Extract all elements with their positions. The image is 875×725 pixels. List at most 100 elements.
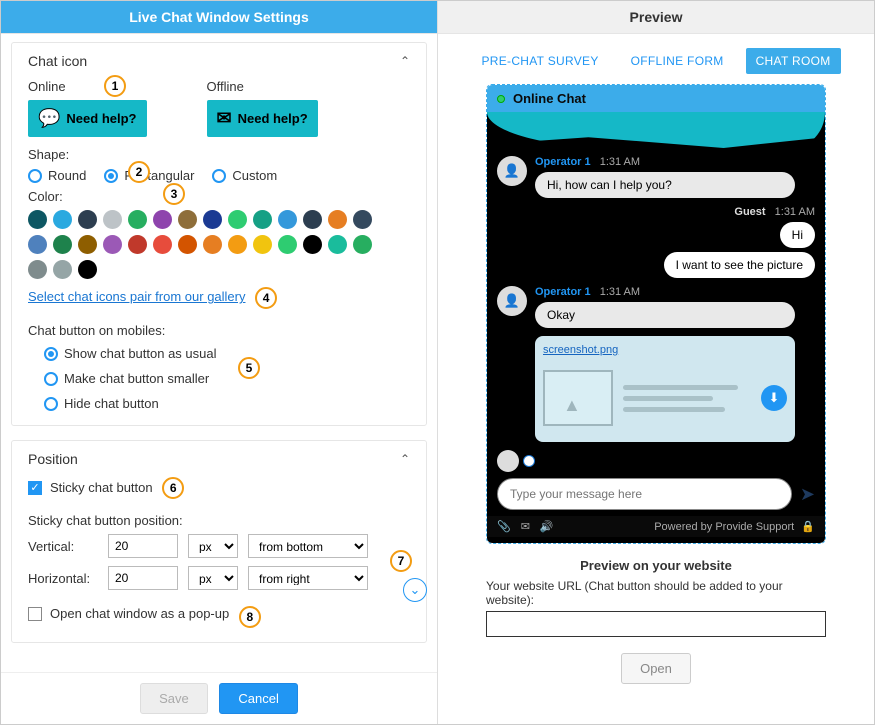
radio-shape-custom[interactable]: Custom [212,168,277,183]
chat-title: Online Chat [513,91,586,106]
shape-label: Shape: [28,147,69,162]
message-bubble: Hi, how can I help you? [535,172,795,198]
send-icon[interactable]: ➤ [800,484,815,505]
annotation-2: 2 [128,161,150,183]
typing-indicator-icon [523,455,535,467]
color-swatch[interactable] [78,260,97,279]
horizontal-from[interactable]: from right [248,566,368,590]
color-swatch[interactable] [53,260,72,279]
color-swatch[interactable] [103,210,122,229]
color-swatch[interactable] [203,210,222,229]
mobile-label: Chat button on mobiles: [28,323,165,338]
image-placeholder-icon [543,370,613,426]
tab-chatroom[interactable]: CHAT ROOM [746,48,841,74]
color-swatch[interactable] [278,235,297,254]
radio-mobile-hide[interactable]: Hide chat button [44,396,410,411]
section-chat-icon: Chat icon ⌃ Online 💬 Need help? 1 Offlin… [11,42,427,426]
message-input[interactable] [497,478,792,510]
annotation-3: 3 [163,183,185,205]
color-swatch[interactable] [153,210,172,229]
collapse-icon[interactable]: ⌃ [400,452,410,466]
section-position: Position ⌃ ✓ Sticky chat button 6 Sticky… [11,440,427,643]
url-label: Your website URL (Chat button should be … [486,579,826,607]
color-swatch[interactable] [128,235,147,254]
color-swatch[interactable] [353,235,372,254]
color-swatch[interactable] [353,210,372,229]
color-swatch[interactable] [103,235,122,254]
preview-header: Preview [438,1,874,34]
header-banner [487,112,825,148]
color-swatch[interactable] [303,210,322,229]
annotation-5: 5 [238,357,260,379]
color-swatch[interactable] [28,260,47,279]
collapse-icon[interactable]: ⌃ [400,54,410,68]
online-status-icon [497,95,505,103]
online-label: Online [28,79,147,94]
color-swatch[interactable] [178,235,197,254]
radio-shape-round[interactable]: Round [28,168,86,183]
color-swatch[interactable] [28,210,47,229]
email-icon[interactable]: ✉ [521,520,530,533]
preview-body: PRE-CHAT SURVEY OFFLINE FORM CHAT ROOM O… [438,34,874,724]
color-swatch[interactable] [278,210,297,229]
color-swatch[interactable] [53,210,72,229]
avatar-icon: 👤 [497,286,527,316]
color-swatch[interactable] [178,210,197,229]
vertical-unit[interactable]: px [188,534,238,558]
download-icon[interactable]: ⬇ [761,385,787,411]
radio-mobile-smaller[interactable]: Make chat button smaller [44,371,410,386]
avatar-icon: 👤 [497,156,527,186]
color-label: Color: [28,189,63,204]
annotation-6: 6 [162,477,184,499]
horizontal-label: Horizontal: [28,571,98,586]
vertical-from[interactable]: from bottom [248,534,368,558]
preview-on-website-label: Preview on your website [446,544,866,579]
settings-header: Live Chat Window Settings [1,1,437,34]
color-swatch[interactable] [53,235,72,254]
radio-mobile-usual[interactable]: Show chat button as usual [44,346,410,361]
color-swatch[interactable] [78,210,97,229]
vertical-label: Vertical: [28,539,98,554]
sound-icon[interactable]: 🔊 [540,520,554,533]
attach-icon[interactable]: 📎 [497,520,511,533]
color-swatch[interactable] [328,235,347,254]
gallery-link[interactable]: Select chat icons pair from our gallery [28,289,245,304]
attachment-card[interactable]: screenshot.png ⬇ [535,336,795,442]
annotation-4: 4 [255,287,277,309]
color-swatch[interactable] [78,235,97,254]
color-swatch[interactable] [203,235,222,254]
open-button[interactable]: Open [621,653,691,684]
message-bubble: I want to see the picture [664,252,815,278]
checkbox-popup[interactable]: Open chat window as a pop-up [28,606,229,621]
color-swatch[interactable] [128,210,147,229]
chat-window: Online Chat 👤 Operator 1 1:31 AM [486,84,826,544]
checkbox-sticky[interactable]: ✓ Sticky chat button [28,480,153,495]
color-swatch[interactable] [228,210,247,229]
vertical-input[interactable] [108,534,178,558]
color-swatch[interactable] [253,210,272,229]
offline-label: Offline [207,79,318,94]
cancel-button[interactable]: Cancel [219,683,297,714]
color-swatch[interactable] [328,210,347,229]
horizontal-unit[interactable]: px [188,566,238,590]
color-swatch[interactable] [153,235,172,254]
color-swatch[interactable] [303,235,322,254]
tab-prechat[interactable]: PRE-CHAT SURVEY [471,48,608,74]
color-swatch[interactable] [253,235,272,254]
tab-offline[interactable]: OFFLINE FORM [621,48,734,74]
horizontal-input[interactable] [108,566,178,590]
lock-icon: 🔒 [801,521,815,533]
scroll-down-icon[interactable]: ⌄ [403,578,427,602]
chat-bubble-icon: 💬 [38,108,60,129]
section-chat-icon-title: Chat icon [28,53,87,69]
annotation-7: 7 [390,550,412,572]
save-button: Save [140,683,208,714]
section-position-title: Position [28,451,78,467]
color-swatch[interactable] [28,235,47,254]
annotation-1: 1 [104,75,126,97]
avatar-icon [497,450,519,472]
annotation-8: 8 [239,606,261,628]
website-url-input[interactable] [486,611,826,637]
color-swatch[interactable] [228,235,247,254]
offline-icon-preview: ✉ Need help? [207,100,318,137]
